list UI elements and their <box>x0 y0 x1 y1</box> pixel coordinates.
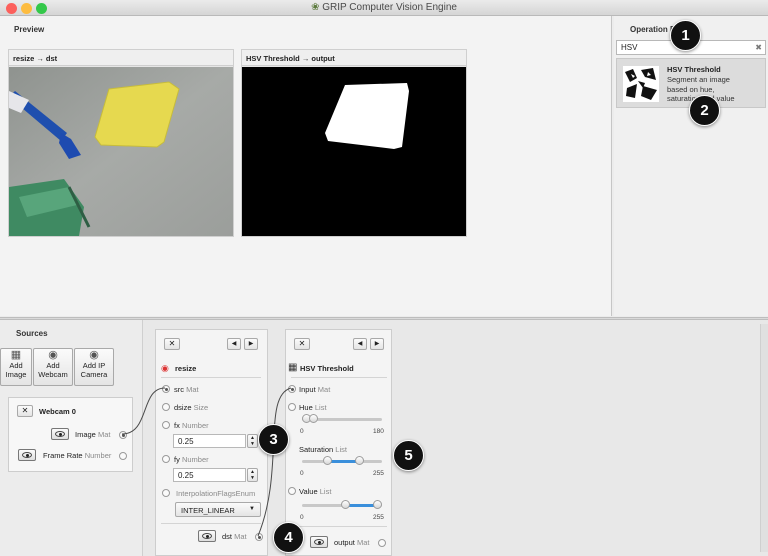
output-socket-label: output Mat <box>334 538 370 547</box>
src-input-label: src Mat <box>174 385 199 394</box>
title-bar: ❀ GRIP Computer Vision Engine <box>0 0 768 16</box>
fy-input-label: fy Number <box>174 455 209 464</box>
dst-output-socket[interactable] <box>255 533 263 541</box>
fx-value-input[interactable]: 0.25 <box>173 434 246 448</box>
webcam-preview-image <box>9 67 233 236</box>
saturation-low-handle[interactable] <box>323 456 333 465</box>
hsv-threshold-icon: ▦ <box>288 362 298 373</box>
src-input-socket[interactable] <box>162 385 170 393</box>
operation-palette: Operation Palette HSV ✖ HSV Threshold Se… <box>614 16 768 316</box>
hue-input-label: Hue List <box>299 403 327 412</box>
saturation-max-label: 255 <box>373 470 384 477</box>
saturation-high-handle[interactable] <box>355 456 365 465</box>
value-input-socket[interactable] <box>288 487 296 495</box>
operation-name: HSV Threshold <box>667 65 721 74</box>
move-step-left-button[interactable]: ◀ <box>353 338 367 350</box>
callout-badge: 5 <box>393 440 424 471</box>
preview-card-label: resize → dst <box>9 50 233 66</box>
input-label: Input Mat <box>299 385 331 394</box>
dsize-input-socket[interactable] <box>162 403 170 411</box>
threshold-preview-image <box>242 67 466 236</box>
clear-search-icon[interactable]: ✖ <box>755 43 762 52</box>
hsv-threshold-thumbnail-icon <box>623 66 659 102</box>
add-webcam-button[interactable]: ◉ Add Webcam <box>33 348 73 386</box>
hsv-threshold-step-card: ✕ ◀ ▶ ▦ HSV Threshold Input Mat Hue List… <box>285 329 392 556</box>
image-output-socket[interactable] <box>119 431 127 439</box>
sources-title: Sources <box>16 329 48 338</box>
hue-input-socket[interactable] <box>288 403 296 411</box>
app-logo-icon: ❀ <box>311 2 320 13</box>
frame-rate-output-socket-label: Frame Rate Number <box>43 451 112 460</box>
step-name: resize <box>175 364 197 373</box>
value-range-slider[interactable] <box>302 500 382 511</box>
pipeline-scrollbar[interactable] <box>760 324 768 552</box>
fx-input-label: fx Number <box>174 421 209 430</box>
chevron-down-icon: ▼ <box>249 506 255 512</box>
fy-stepper[interactable]: ▲ ▼ <box>247 468 258 482</box>
hue-range-slider[interactable] <box>302 414 382 425</box>
window-title: ❀ GRIP Computer Vision Engine <box>311 2 457 13</box>
hue-min-label: 0 <box>300 428 304 435</box>
fy-input-socket[interactable] <box>162 455 170 463</box>
value-input-label: Value List <box>299 487 332 496</box>
frame-rate-output-socket[interactable] <box>119 452 127 460</box>
saturation-min-label: 0 <box>300 470 304 477</box>
callout-badge: 2 <box>689 95 720 126</box>
preview-title: Preview <box>14 25 45 34</box>
callout-badge: 3 <box>258 424 289 455</box>
add-image-button[interactable]: ▦ Add Image <box>0 348 32 386</box>
preview-card-resize: resize → dst <box>8 49 234 237</box>
interpolation-input-socket[interactable] <box>162 489 170 497</box>
preview-toggle-eye-icon[interactable] <box>51 428 69 440</box>
preview-card-hsv: HSV Threshold → output <box>241 49 467 237</box>
move-step-left-button[interactable]: ◀ <box>227 338 241 350</box>
interpolation-select[interactable]: INTER_LINEAR ▼ <box>175 502 261 517</box>
move-step-right-button[interactable]: ▶ <box>244 338 258 350</box>
input-socket[interactable] <box>288 385 296 393</box>
dst-output-label: dst Mat <box>222 532 247 541</box>
remove-step-button[interactable]: ✕ <box>164 338 180 350</box>
value-min-label: 0 <box>300 514 304 521</box>
fy-value-input[interactable]: 0.25 <box>173 468 246 482</box>
dsize-input-label: dsize Size <box>174 403 209 412</box>
preview-pane: Preview resize → dst HSV Threshold → out… <box>0 16 612 316</box>
webcam-source-card: ✕ Webcam 0 Image Mat Frame Rate Number <box>8 397 133 472</box>
saturation-input-label: Saturation List <box>299 445 347 454</box>
pipeline-area: Sources ▦ Add Image ◉ Add Webcam ◉ Add I… <box>0 320 768 556</box>
saturation-range-slider[interactable] <box>302 456 382 467</box>
fx-input-socket[interactable] <box>162 421 170 429</box>
callout-badge: 4 <box>273 522 304 553</box>
preview-toggle-eye-icon[interactable] <box>18 449 36 461</box>
value-low-handle[interactable] <box>341 500 351 509</box>
add-ip-camera-button[interactable]: ◉ Add IP Camera <box>74 348 114 386</box>
preview-toggle-eye-icon[interactable] <box>198 530 216 542</box>
move-step-right-button[interactable]: ▶ <box>370 338 384 350</box>
interpolation-input-label: InterpolationFlagsEnum <box>176 489 256 498</box>
fx-stepper[interactable]: ▲ ▼ <box>247 434 258 448</box>
add-image-icon: ▦ <box>10 349 22 361</box>
value-high-handle[interactable] <box>373 500 382 509</box>
preview-card-label: HSV Threshold → output <box>242 50 466 66</box>
image-output-socket-label: Image Mat <box>75 430 111 439</box>
remove-source-button[interactable]: ✕ <box>17 405 33 417</box>
resize-step-card: ✕ ◀ ▶ ◉ resize src Mat dsize Size fx Num… <box>155 329 268 556</box>
ip-camera-icon: ◉ <box>89 349 99 361</box>
webcam-icon: ◉ <box>48 349 58 361</box>
webcam-name: Webcam 0 <box>39 407 76 416</box>
preview-toggle-eye-icon[interactable] <box>310 536 328 548</box>
value-max-label: 255 <box>373 514 384 521</box>
output-socket[interactable] <box>378 539 386 547</box>
hue-max-label: 180 <box>373 428 384 435</box>
callout-badge: 1 <box>670 20 701 51</box>
remove-step-button[interactable]: ✕ <box>294 338 310 350</box>
hue-high-handle[interactable] <box>309 414 319 423</box>
step-name: HSV Threshold <box>300 364 354 373</box>
opencv-logo-icon: ◉ <box>161 363 169 373</box>
